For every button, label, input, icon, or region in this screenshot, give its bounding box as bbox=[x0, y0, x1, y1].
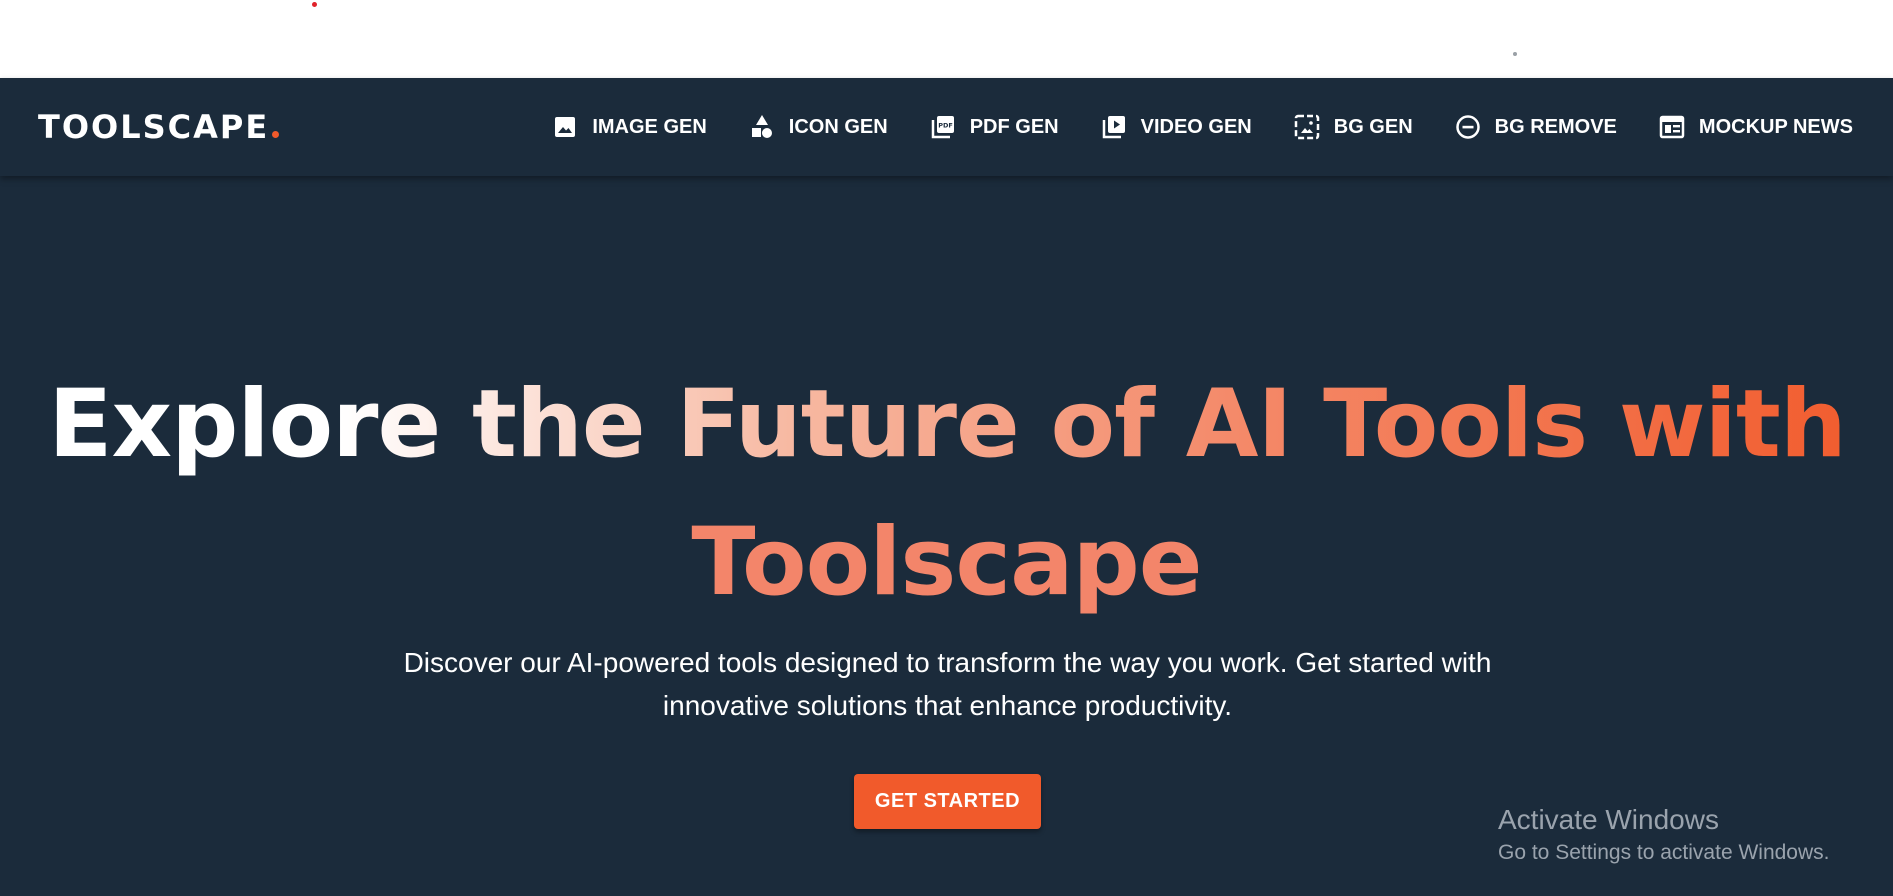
watermark-title: Activate Windows bbox=[1498, 804, 1719, 835]
browser-top-strip bbox=[0, 0, 1893, 78]
nav-item-label: BG REMOVE bbox=[1494, 115, 1617, 138]
image-icon bbox=[552, 114, 578, 140]
nav-item-label: BG GEN bbox=[1333, 115, 1413, 138]
nav-item-video-gen[interactable]: VIDEO GEN bbox=[1101, 114, 1252, 140]
hero-headline: Explore the Future of AI Tools with Tool… bbox=[0, 356, 1893, 632]
nav-item-label: PDF GEN bbox=[969, 115, 1059, 138]
red-dot bbox=[312, 2, 317, 7]
windows-activation-watermark: Activate Windows Go to Settings to activ… bbox=[1498, 802, 1830, 868]
pdf-icon: PDF bbox=[930, 114, 956, 140]
svg-text:PDF: PDF bbox=[938, 122, 953, 130]
newspaper-icon bbox=[1659, 114, 1685, 140]
image-frame-icon bbox=[1294, 114, 1320, 140]
nav-item-label: VIDEO GEN bbox=[1140, 115, 1252, 138]
logo-accent-dot bbox=[272, 130, 280, 138]
logo[interactable]: TOOLSCAPE bbox=[38, 105, 280, 149]
watermark-subtitle: Go to Settings to activate Windows. bbox=[1498, 841, 1830, 864]
nav-item-icon-gen[interactable]: ICON GEN bbox=[749, 114, 888, 140]
nav-item-label: MOCKUP NEWS bbox=[1698, 115, 1853, 138]
hero-headline-line1: Explore the Future of AI Tools with bbox=[0, 356, 1893, 494]
hero-headline-line2: Toolscape bbox=[691, 508, 1202, 617]
get-started-button[interactable]: GET STARTED bbox=[854, 774, 1041, 829]
hero-section: Explore the Future of AI Tools with Tool… bbox=[0, 176, 1893, 896]
nav-item-label: IMAGE GEN bbox=[592, 115, 707, 138]
navbar: TOOLSCAPE IMAGE GEN ICON GEN PDF PDF GEN bbox=[0, 78, 1893, 176]
hero-subtext: Discover our AI-powered tools designed t… bbox=[403, 647, 1492, 721]
remove-circle-icon bbox=[1455, 114, 1481, 140]
grey-dot bbox=[1513, 52, 1517, 56]
nav-item-pdf-gen[interactable]: PDF PDF GEN bbox=[930, 114, 1059, 140]
nav-item-label: ICON GEN bbox=[788, 115, 888, 138]
nav-menu: IMAGE GEN ICON GEN PDF PDF GEN VIDEO GEN… bbox=[510, 78, 1853, 176]
nav-item-bg-remove[interactable]: BG REMOVE bbox=[1455, 114, 1617, 140]
logo-text: TOOLSCAPE bbox=[38, 108, 270, 146]
shapes-icon bbox=[749, 114, 775, 140]
video-library-icon bbox=[1101, 114, 1127, 140]
nav-item-image-gen[interactable]: IMAGE GEN bbox=[552, 114, 707, 140]
nav-item-mockup-news[interactable]: MOCKUP NEWS bbox=[1659, 114, 1853, 140]
nav-item-bg-gen[interactable]: BG GEN bbox=[1294, 114, 1413, 140]
